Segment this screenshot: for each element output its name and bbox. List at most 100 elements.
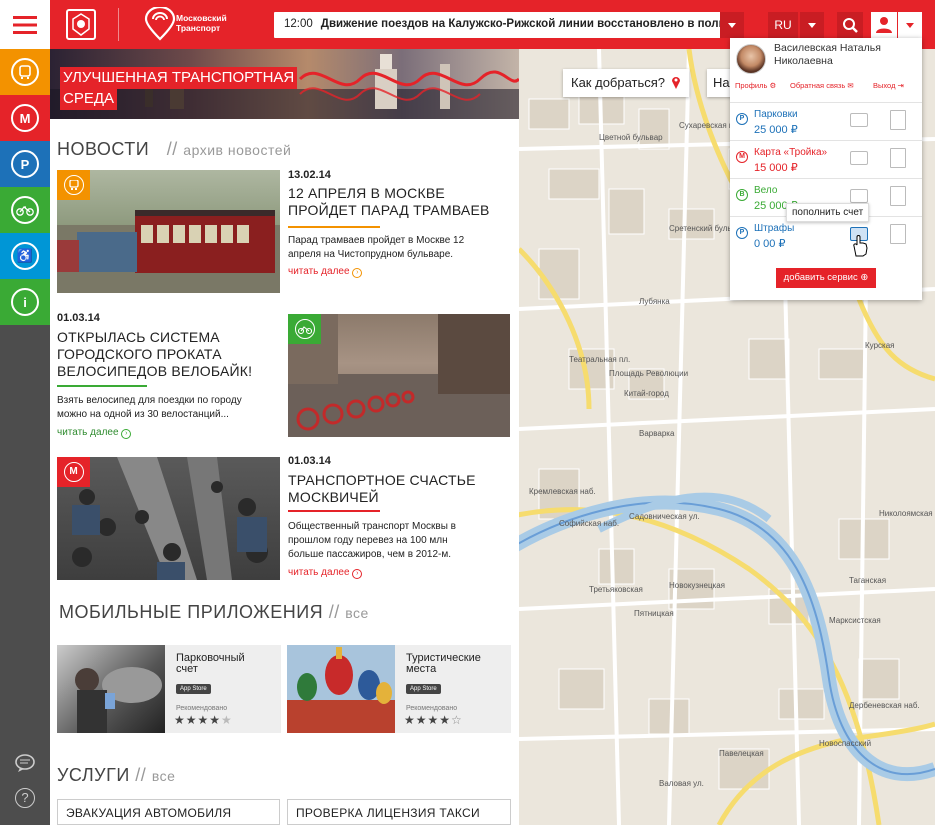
news-image-bikes[interactable] bbox=[288, 314, 510, 437]
street-label: Площадь Революции bbox=[609, 369, 689, 378]
sidebar-item-bike[interactable] bbox=[0, 187, 50, 233]
service-name: Парковки bbox=[754, 109, 798, 120]
avatar[interactable] bbox=[736, 44, 766, 74]
route-placeholder: Как добраться? bbox=[571, 75, 666, 90]
service-row: М Карта «Тройка» 15 000 ₽ bbox=[730, 140, 922, 178]
news-sep: // bbox=[166, 139, 178, 159]
profile-link[interactable]: Профиль ⚙ bbox=[735, 81, 776, 90]
wallet-icon[interactable] bbox=[850, 151, 868, 165]
info-icon: i bbox=[11, 288, 39, 316]
apps-sep: // bbox=[328, 602, 340, 622]
service-name: Штрафы bbox=[754, 223, 795, 234]
app-name: Туристические места bbox=[406, 652, 481, 675]
banner[interactable]: УЛУЧШЕННАЯ ТРАНСПОРТНАЯ СРЕДА bbox=[50, 49, 519, 119]
street-label: Цветной бульвар bbox=[599, 133, 663, 142]
parking-icon: P bbox=[11, 150, 39, 178]
sidebar-item-metro[interactable]: М bbox=[0, 95, 50, 141]
trash-icon[interactable] bbox=[890, 148, 906, 168]
street-label: Третьяковская bbox=[589, 585, 643, 594]
news-ticker[interactable]: 12:00 Движение поездов на Калужско-Рижско… bbox=[274, 12, 744, 38]
route-search-input[interactable]: Как добраться? bbox=[563, 69, 689, 97]
news-title-link[interactable]: ОТКРЫЛАСЬ СИСТЕМА ГОРОДСКОГО ПРОКАТА ВЕЛ… bbox=[57, 329, 257, 380]
ticker-dropdown-button[interactable] bbox=[720, 12, 744, 38]
app-image-parking bbox=[57, 645, 165, 733]
feedback-link[interactable]: Обратная связь ✉ bbox=[790, 81, 854, 90]
arrow-circle-icon: › bbox=[352, 569, 363, 579]
logout-link[interactable]: Выход ⇥ bbox=[873, 81, 904, 90]
services-heading: УСЛУГИ // все bbox=[57, 765, 175, 786]
moscow-emblem-icon bbox=[66, 9, 96, 40]
sidebar-item-parking[interactable]: P bbox=[0, 141, 50, 187]
metro-icon: М bbox=[736, 151, 748, 163]
metro-badge: М bbox=[57, 457, 90, 487]
news-title: НОВОСТИ bbox=[57, 139, 150, 159]
profile-label: Профиль bbox=[735, 81, 768, 90]
logo-text: Московский Транспорт bbox=[176, 13, 227, 33]
news-image-tram[interactable] bbox=[57, 170, 280, 293]
street-label: Марксистская bbox=[829, 616, 881, 625]
bus-icon bbox=[63, 175, 84, 195]
street-label: Павелецкая bbox=[719, 749, 764, 758]
logout-label: Выход bbox=[873, 81, 896, 90]
street-label: Варварка bbox=[639, 429, 675, 438]
street-label: Таганская bbox=[849, 576, 887, 585]
help-icon: ? bbox=[15, 788, 35, 808]
service-row: P Парковки 25 000 ₽ bbox=[730, 102, 922, 140]
news-image-escalator[interactable]: М bbox=[57, 457, 280, 580]
service-taxi-license-button[interactable]: ПРОВЕРКА ЛИЦЕНЗИЯ ТАКСИ bbox=[287, 799, 511, 825]
news-desc: Взять велосипед для поездки по городу мо… bbox=[57, 395, 242, 420]
accessibility-icon: ♿ bbox=[11, 242, 39, 270]
read-more-link[interactable]: читать далее › bbox=[57, 427, 132, 439]
map-pin-icon bbox=[672, 77, 680, 89]
rating-stars: ★★★★★ bbox=[174, 713, 233, 727]
hamburger-icon bbox=[13, 15, 37, 34]
news-date: 13.02.14 bbox=[288, 169, 331, 181]
trash-icon[interactable] bbox=[890, 110, 906, 130]
help-button[interactable]: ? bbox=[0, 775, 50, 821]
service-balance: 25 000 ₽ bbox=[754, 124, 798, 136]
wallet-icon[interactable] bbox=[850, 113, 868, 127]
app-card[interactable]: Туристические места App Store Рекомендов… bbox=[287, 645, 511, 733]
menu-button[interactable] bbox=[0, 0, 50, 49]
news-title-link[interactable]: 12 АПРЕЛЯ В МОСКВЕ ПРОЙДЕТ ПАРАД ТРАМВАЕ… bbox=[288, 185, 503, 219]
bike-icon bbox=[11, 196, 39, 224]
language-button[interactable]: RU bbox=[768, 12, 798, 38]
sidebar-item-info[interactable]: i bbox=[0, 279, 50, 325]
sidebar-item-bus[interactable] bbox=[0, 49, 50, 95]
bike-badge bbox=[288, 314, 321, 344]
user-icon bbox=[876, 17, 892, 33]
sidebar: М P ♿ i ? bbox=[0, 0, 50, 825]
read-more-link[interactable]: читать далее › bbox=[288, 266, 363, 278]
app-store-badge[interactable]: App Store bbox=[406, 684, 441, 694]
read-more-label: читать далее bbox=[288, 266, 350, 277]
read-more-link[interactable]: читать далее › bbox=[288, 567, 363, 579]
metro-icon: М bbox=[11, 104, 39, 132]
user-button[interactable] bbox=[871, 12, 897, 38]
metro-icon: М bbox=[63, 462, 84, 482]
street-label: Валовая ул. bbox=[659, 779, 704, 788]
add-service-button[interactable]: добавить сервис ⊕ bbox=[776, 268, 876, 288]
app-store-badge[interactable]: App Store bbox=[176, 684, 211, 694]
street-label: Китай-город bbox=[624, 389, 669, 398]
news-date: 01.03.14 bbox=[57, 312, 100, 324]
services-all-link[interactable]: все bbox=[152, 768, 176, 784]
sidebar-item-accessibility[interactable]: ♿ bbox=[0, 233, 50, 279]
apps-all-link[interactable]: все bbox=[345, 605, 369, 621]
trash-icon[interactable] bbox=[890, 186, 906, 206]
news-date: 01.03.14 bbox=[288, 455, 331, 467]
wallet-icon[interactable] bbox=[850, 189, 868, 203]
street-label: Пятницкая bbox=[634, 609, 674, 618]
news-heading: НОВОСТИ // архив новостей bbox=[57, 139, 291, 160]
app-card[interactable]: Парковочный счет App Store Рекомендовано… bbox=[57, 645, 281, 733]
chevron-down-icon bbox=[808, 23, 816, 28]
news-archive-link[interactable]: архив новостей bbox=[183, 142, 291, 158]
divider bbox=[118, 8, 119, 41]
news-title-link[interactable]: ТРАНСПОРТНОЕ СЧАСТЬЕ МОСКВИЧЕЙ bbox=[288, 472, 488, 506]
language-dropdown-button[interactable] bbox=[800, 12, 824, 38]
gear-icon: ⚙ bbox=[769, 81, 777, 90]
service-evacuation-button[interactable]: ЭВАКУАЦИЯ АВТОМОБИЛЯ bbox=[57, 799, 280, 825]
trash-icon[interactable] bbox=[890, 224, 906, 244]
user-dropdown-button[interactable] bbox=[898, 12, 922, 38]
search-button[interactable] bbox=[837, 12, 863, 38]
ticker-text: Движение поездов на Калужско-Рижской лин… bbox=[320, 18, 744, 30]
